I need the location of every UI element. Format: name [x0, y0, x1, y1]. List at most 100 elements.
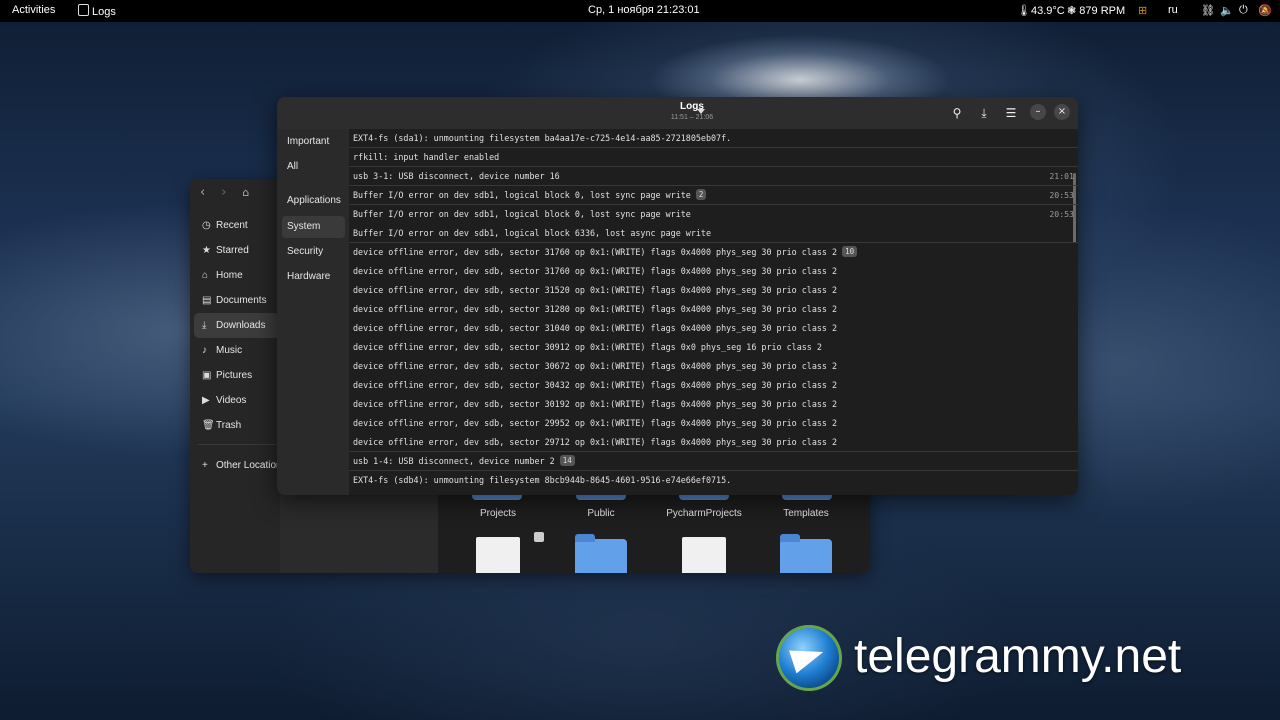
sidebar-item-label: Downloads	[216, 320, 266, 331]
fan-indicator[interactable]: ❃ 879 RPM	[1067, 4, 1125, 17]
power-icon[interactable]: ⏻	[1239, 4, 1248, 17]
log-entry-row[interactable]: device offline error, dev sdb, sector 31…	[349, 281, 1078, 300]
log-entry-row[interactable]: Buffer I/O error on dev sdb1, logical bl…	[349, 205, 1078, 224]
log-entry-row[interactable]: device offline error, dev sdb, sector 30…	[349, 376, 1078, 395]
log-entry-row[interactable]: usb 3-1: USB disconnect, device number 1…	[349, 167, 1078, 186]
text-file-icon[interactable]	[476, 537, 520, 573]
clock[interactable]: Ср, 1 ноября 21:23:01	[588, 4, 700, 16]
log-entry-row[interactable]: EXT4-fs (sdb4): unmounting filesystem 8b…	[349, 471, 1078, 490]
sidebar-item-home[interactable]: ⌂ Home	[194, 263, 280, 288]
log-entry-row[interactable]: device offline error, dev sdb, sector 31…	[349, 300, 1078, 319]
export-download-icon[interactable]: ⤓	[976, 105, 992, 121]
fan-value: 879 RPM	[1079, 5, 1126, 17]
logs-app-icon	[78, 4, 89, 16]
log-message: Buffer I/O error on dev sdb1, logical bl…	[353, 228, 711, 238]
minimize-icon[interactable]: –	[1030, 104, 1046, 120]
temperature-value: 43.9°C	[1030, 5, 1065, 17]
app-menu[interactable]: Logs	[78, 4, 116, 18]
repeat-count-badge: 10	[842, 246, 858, 257]
log-entry-row[interactable]: device offline error, dev sdb, sector 30…	[349, 357, 1078, 376]
sidebar-item-documents[interactable]: ▤ Documents	[194, 288, 280, 313]
log-message: device offline error, dev sdb, sector 31…	[353, 266, 838, 276]
folder-icon[interactable]	[575, 534, 627, 573]
category-important[interactable]: Important	[282, 131, 345, 153]
log-entry-row[interactable]: Buffer I/O error on dev sdb1, logical bl…	[349, 186, 1078, 205]
category-applications[interactable]: Applications	[282, 190, 345, 212]
category-all[interactable]: All	[282, 156, 345, 178]
video-icon: ▶	[202, 395, 210, 406]
log-timestamp: 21:01	[1049, 171, 1074, 181]
language-indicator[interactable]: ru	[1168, 4, 1178, 16]
sidebar-item-label: Documents	[216, 295, 267, 306]
log-message: device offline error, dev sdb, sector 30…	[353, 361, 838, 371]
app-menu-label: Logs	[92, 6, 116, 18]
folder-projects[interactable]: Projects	[448, 508, 548, 519]
activities-button[interactable]: Activities	[12, 4, 55, 16]
log-message: device offline error, dev sdb, sector 30…	[353, 342, 822, 352]
category-security[interactable]: Security	[282, 241, 345, 263]
category-sidebar: Important All Applications System Securi…	[277, 129, 349, 495]
sidebar-item-videos[interactable]: ▶ Videos	[194, 388, 280, 413]
sidebar-item-pictures[interactable]: ▣ Pictures	[194, 363, 280, 388]
log-timestamp: 20:53	[1049, 190, 1074, 200]
log-entry-row[interactable]: device offline error, dev sdb, sector 31…	[349, 243, 1078, 262]
notifications-off-icon[interactable]: 🔕	[1258, 4, 1272, 17]
temperature-indicator[interactable]: 🌡43.9°C	[1017, 4, 1065, 17]
log-entry-row[interactable]: Buffer I/O error on dev sdb1, logical bl…	[349, 224, 1078, 243]
home-icon: ⌂	[202, 270, 209, 281]
log-entry-row[interactable]: EXT4-fs (sda1): unmounting filesystem ba…	[349, 129, 1078, 148]
sidebar-item-recent[interactable]: ◷ Recent	[194, 213, 280, 238]
log-entry-row[interactable]: device offline error, dev sdb, sector 30…	[349, 338, 1078, 357]
sidebar-item-trash[interactable]: 🗑Trash	[194, 413, 280, 438]
blank-file-icon[interactable]	[682, 537, 726, 573]
sidebar-item-starred[interactable]: ★ Starred	[194, 238, 280, 263]
log-message: device offline error, dev sdb, sector 31…	[353, 285, 838, 295]
trash-icon: 🗑	[202, 420, 215, 431]
category-hardware[interactable]: Hardware	[282, 266, 345, 288]
sidebar-item-label: Trash	[216, 420, 242, 431]
log-entry-row[interactable]: device offline error, dev sdb, sector 29…	[349, 414, 1078, 433]
log-message: device offline error, dev sdb, sector 31…	[353, 323, 838, 333]
picture-icon: ▣	[202, 370, 212, 381]
network-icon[interactable]: ⛓	[1201, 4, 1215, 17]
sidebar-item-other-locations[interactable]: + Other Locations	[194, 453, 287, 478]
folder-icon[interactable]	[780, 534, 832, 573]
folder-pycharmprojects[interactable]: PycharmProjects	[654, 508, 754, 519]
log-entry-row[interactable]: device offline error, dev sdb, sector 31…	[349, 262, 1078, 281]
log-timestamp: 20:53	[1049, 209, 1074, 219]
folder-templates[interactable]: Templates	[756, 508, 856, 519]
music-icon: ♪	[202, 345, 207, 356]
log-entry-row[interactable]: device offline error, dev sdb, sector 30…	[349, 395, 1078, 414]
log-message: device offline error, dev sdb, sector 29…	[353, 437, 838, 447]
places-list: ◷ Recent ★ Starred ⌂ Home ▤ Documents ⤓ Downl…	[194, 213, 287, 478]
close-icon[interactable]: ×	[1054, 104, 1070, 120]
log-message: Buffer I/O error on dev sdb1, logical bl…	[353, 209, 691, 219]
log-entry-row[interactable]: rfkill: input handler enabled	[349, 148, 1078, 167]
log-message: device offline error, dev sdb, sector 30…	[353, 380, 838, 390]
thermometer-icon: 🌡	[1017, 5, 1031, 17]
log-message: EXT4-fs (sdb4): unmounting filesystem 8b…	[353, 475, 732, 485]
log-message: usb 3-1: USB disconnect, device number 1…	[353, 171, 560, 181]
time-range: 11:51 – 21:06	[670, 114, 714, 121]
home-path-icon[interactable]: ⌂	[242, 186, 249, 199]
chevron-down-icon[interactable]	[697, 109, 705, 114]
keyboard-icon[interactable]: ⊞	[1138, 4, 1147, 17]
log-message: Buffer I/O error on dev sdb1, logical bl…	[353, 190, 691, 200]
sidebar-item-music[interactable]: ♪ Music	[194, 338, 280, 363]
volume-icon[interactable]: 🔈	[1220, 4, 1234, 17]
back-arrow-icon[interactable]: ‹	[200, 185, 205, 200]
sidebar-item-label: Home	[216, 270, 243, 281]
window-title[interactable]: Logs	[637, 101, 747, 112]
log-message: device offline error, dev sdb, sector 31…	[353, 247, 838, 257]
category-system[interactable]: System	[282, 216, 345, 238]
sidebar-item-downloads[interactable]: ⤓ Downloads	[194, 313, 280, 338]
menu-icon[interactable]: ☰	[1003, 105, 1019, 121]
log-entry-row[interactable]: device offline error, dev sdb, sector 29…	[349, 433, 1078, 452]
forward-arrow-icon[interactable]: ›	[221, 185, 226, 200]
log-entry-row[interactable]: usb 1-4: USB disconnect, device number 2…	[349, 452, 1078, 471]
log-entry-row[interactable]: device offline error, dev sdb, sector 31…	[349, 319, 1078, 338]
clock-icon: ◷	[202, 220, 211, 231]
folder-public[interactable]: Public	[551, 508, 651, 519]
search-icon[interactable]: ⚲	[949, 105, 965, 121]
file-manager-sidebar: ‹ › ⌂ ◷ Recent ★ Starred ⌂ Home ▤ Documents ⤓ D…	[190, 179, 287, 573]
